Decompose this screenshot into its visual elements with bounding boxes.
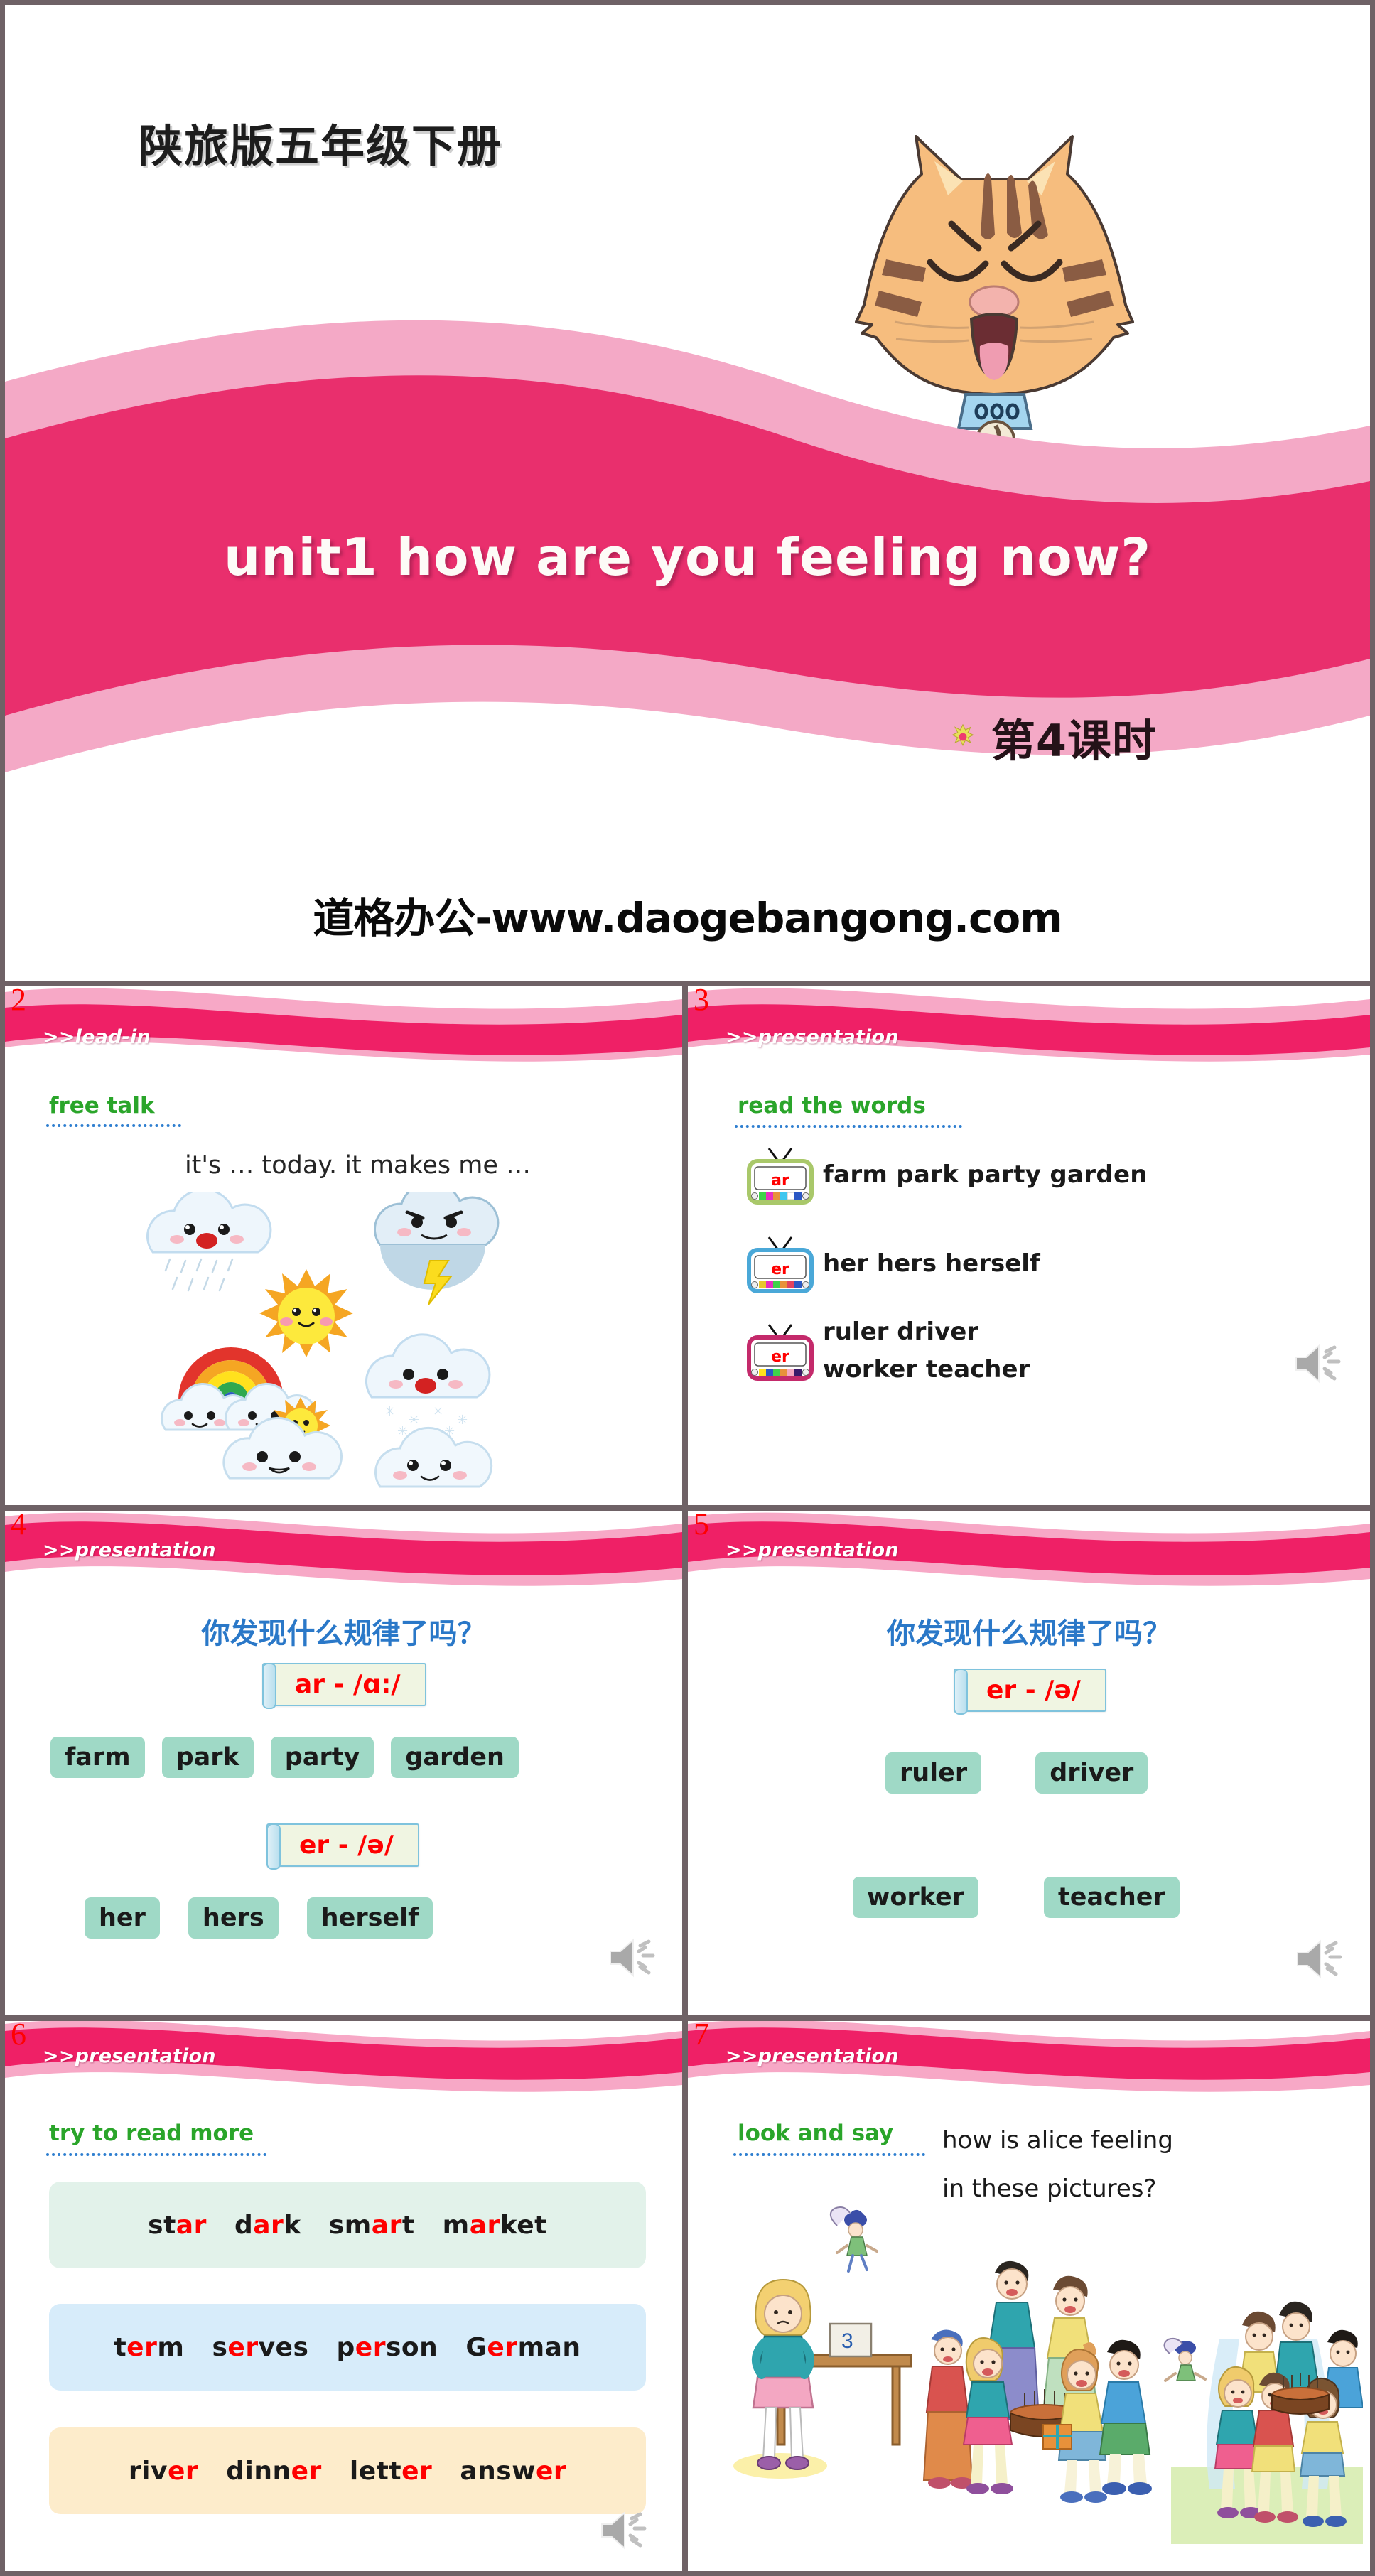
section-heading: read the words xyxy=(738,1093,926,1119)
word-chip[interactable]: her xyxy=(85,1897,160,1939)
textbook-edition-label: 陕旅版五年级下册 xyxy=(139,120,503,172)
word-chip[interactable]: teacher xyxy=(1043,1877,1180,1918)
word-chip[interactable]: worker xyxy=(853,1877,978,1918)
word-chip[interactable]: herself xyxy=(306,1897,433,1939)
word-band-er-2: river dinner letter answer xyxy=(49,2427,646,2514)
speaker-icon[interactable] xyxy=(608,1936,659,1980)
section-heading: look and say xyxy=(738,2120,894,2146)
word-chip[interactable]: hers xyxy=(188,1897,279,1939)
slide-5-er-rule: 5 >>presentation 你发现什么规律了吗？ er - /ə/ rul… xyxy=(688,1511,1370,2015)
slide-7-look-and-say: 7 >>presentation look and say how is ali… xyxy=(688,2021,1370,2571)
slide-section-ribbon-label: >>presentation xyxy=(726,2045,899,2067)
sun-icon xyxy=(951,724,974,746)
phonics-tag-ar: ar - /ɑ:/ xyxy=(262,1663,426,1709)
word-band-text: river dinner letter answer xyxy=(128,2456,567,2486)
heading-underline xyxy=(46,2153,266,2156)
slide-number: 6 xyxy=(11,2021,26,2052)
slide-section-ribbon-label: >>lead-in xyxy=(43,1026,151,1048)
speaker-icon[interactable] xyxy=(1293,1342,1344,1386)
word-list-er-2: ruler driver worker teacher xyxy=(823,1313,1030,1388)
heading-underline xyxy=(733,2153,925,2156)
word-band-text: term serves person German xyxy=(114,2332,581,2362)
word-list-er-2-line2: worker teacher xyxy=(823,1354,1030,1384)
heading-underline xyxy=(46,1124,181,1127)
slide-number: 7 xyxy=(694,2021,709,2052)
slide-6-try-to-read-more: 6 >>presentation try to read more star d… xyxy=(5,2021,682,2571)
word-chip-row-2: worker teacher xyxy=(853,1877,1180,1918)
slide-section-ribbon-label: >>presentation xyxy=(43,1539,216,1561)
rule-question: 你发现什么规律了吗？ xyxy=(887,1617,1171,1650)
word-list-er-1: her hers herself xyxy=(823,1249,1040,1278)
section-heading: free talk xyxy=(49,1093,155,1119)
word-chip[interactable]: garden xyxy=(391,1737,519,1778)
slide-4-ar-er-rule: 4 >>presentation 你发现什么规律了吗？ ar - /ɑ:/ fa… xyxy=(5,1511,682,2015)
word-row-er-2: er ruler driver worker teacher xyxy=(745,1313,1030,1388)
word-band-er-1: term serves person German xyxy=(49,2304,646,2391)
title-slide: 陕旅版五年级下册 unit1 how are you feeling now? … xyxy=(5,5,1370,981)
word-row-ar: ar farm park party garden xyxy=(745,1143,1148,1207)
svg-text:er: er xyxy=(771,1348,789,1366)
slide-number: 4 xyxy=(11,1511,26,1541)
speaker-icon[interactable] xyxy=(1295,1937,1346,1981)
watermark-text: 道格办公-www.daogebangong.com xyxy=(313,894,1062,942)
heading-underline xyxy=(735,1125,962,1128)
word-chip[interactable]: farm xyxy=(50,1737,145,1778)
slide-section-ribbon-label: >>presentation xyxy=(726,1026,899,1048)
tv-icon-er-1: er xyxy=(745,1232,816,1295)
word-band-text: star dark smart market xyxy=(148,2210,547,2240)
word-chip-row-er: her hers herself xyxy=(85,1897,433,1939)
slide-2-lead-in: 2 >>lead-in free talk it's … today. it m… xyxy=(5,986,682,1505)
word-chip[interactable]: ruler xyxy=(885,1752,982,1794)
rule-question: 你发现什么规律了吗？ xyxy=(201,1617,486,1650)
lesson-label: 第4课时 xyxy=(991,715,1157,767)
slide-section-ribbon-label: >>presentation xyxy=(43,2045,216,2067)
speaker-icon[interactable] xyxy=(599,2508,650,2553)
svg-text:✳: ✳ xyxy=(384,1404,395,1418)
word-list-ar: farm park party garden xyxy=(823,1160,1148,1189)
svg-text:ar: ar xyxy=(771,1172,789,1190)
page-title: unit1 how are you feeling now? xyxy=(223,527,1151,587)
alice-birthday-party-illustration: 3 xyxy=(709,2190,1364,2545)
tv-icon-ar: ar xyxy=(745,1143,816,1207)
svg-text:er: er xyxy=(771,1261,789,1278)
phonics-tag-er: er - /ə/ xyxy=(954,1669,1106,1715)
slide-number: 3 xyxy=(694,986,709,1017)
svg-text:✳: ✳ xyxy=(409,1413,419,1427)
svg-text:3: 3 xyxy=(841,2329,853,2353)
word-chip-row-ar: farm park party garden xyxy=(50,1737,519,1778)
question-line-1: how is alice feeling xyxy=(942,2126,1173,2155)
word-chip[interactable]: driver xyxy=(1035,1752,1148,1794)
slide-number: 2 xyxy=(11,986,26,1017)
weather-emoji-collection-image: ✳ ✳ ✳ ✳ ✳ ✳ xyxy=(133,1181,559,1491)
svg-text:✳: ✳ xyxy=(457,1413,468,1427)
word-band-ar: star dark smart market xyxy=(49,2182,646,2268)
word-row-er-1: er her hers herself xyxy=(745,1232,1040,1295)
slide-section-ribbon-label: >>presentation xyxy=(726,1539,899,1561)
word-list-er-2-line1: ruler driver xyxy=(823,1317,979,1346)
lesson-badge: 第4课时 xyxy=(5,705,1370,769)
free-talk-prompt: it's … today. it makes me … xyxy=(184,1151,532,1180)
slide-3-read-the-words: 3 >>presentation read the words ar farm … xyxy=(688,986,1370,1505)
word-chip-row-1: ruler driver xyxy=(885,1752,1148,1794)
svg-text:✳: ✳ xyxy=(433,1404,443,1418)
slide-number: 5 xyxy=(694,1511,709,1541)
word-chip[interactable]: park xyxy=(161,1737,254,1778)
phonics-tag-er: er - /ə/ xyxy=(266,1823,419,1870)
tv-icon-er-2: er xyxy=(745,1319,816,1383)
word-chip[interactable]: party xyxy=(270,1737,374,1778)
section-heading: try to read more xyxy=(49,2120,254,2146)
